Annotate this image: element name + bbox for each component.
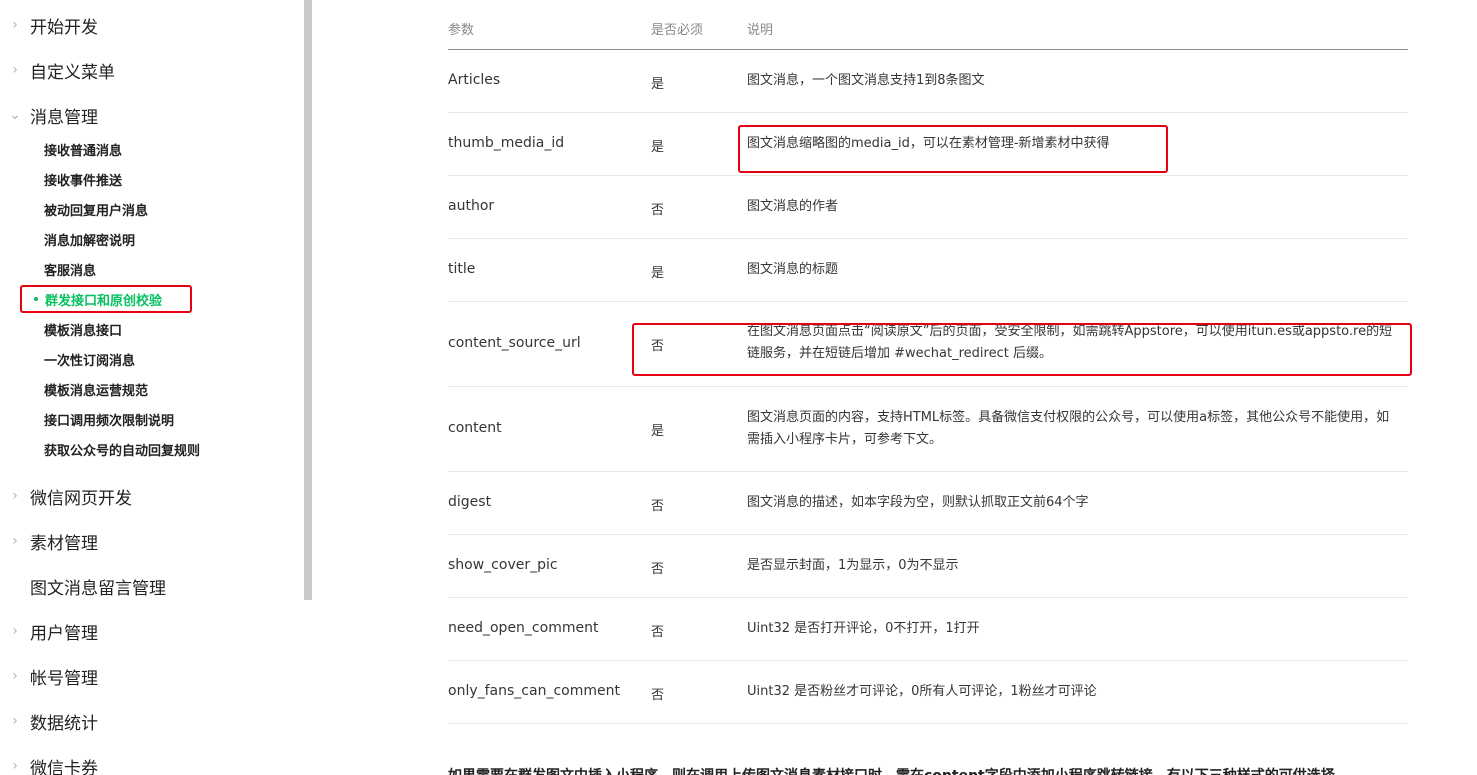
nav-item-label: 微信网页开发 bbox=[30, 488, 132, 509]
nav-item-label: 图文消息留言管理 bbox=[30, 578, 166, 599]
param-desc: 是否显示封面，1为显示，0为不显示 bbox=[747, 558, 959, 573]
param-required: 是 bbox=[651, 266, 665, 281]
nav-item-user-management[interactable]: › 用户管理 bbox=[0, 616, 98, 646]
param-required: 否 bbox=[651, 625, 665, 640]
chevron-right-icon: › bbox=[12, 758, 18, 774]
nav-item-label: 开始开发 bbox=[30, 17, 98, 38]
param-required: 否 bbox=[651, 203, 665, 218]
sub-item-rate-limit[interactable]: 接口调用频次限制说明 bbox=[44, 408, 174, 430]
sub-item-receive-event[interactable]: 接收事件推送 bbox=[44, 168, 122, 190]
param-name: title bbox=[448, 261, 476, 277]
param-name: need_open_comment bbox=[448, 620, 599, 636]
param-name: content_source_url bbox=[448, 335, 581, 351]
param-name: show_cover_pic bbox=[448, 557, 558, 573]
table-row: title 是 图文消息的标题 bbox=[448, 239, 1408, 302]
table-row: only_fans_can_comment 否 Uint32 是否粉丝才可评论，… bbox=[448, 661, 1408, 724]
chevron-down-icon: ⌄ bbox=[9, 107, 21, 123]
nav-item-start-dev[interactable]: › 开始开发 bbox=[0, 10, 98, 40]
chevron-right-icon: › bbox=[12, 668, 18, 684]
nav-item-label: 自定义菜单 bbox=[30, 62, 115, 83]
table-row: content 是 图文消息页面的内容，支持HTML标签。具备微信支付权限的公众… bbox=[448, 387, 1408, 472]
param-name: author bbox=[448, 198, 495, 214]
nav-item-account-management[interactable]: › 帐号管理 bbox=[0, 661, 98, 691]
param-desc: Uint32 是否粉丝才可评论，0所有人可评论，1粉丝才可评论 bbox=[747, 684, 1097, 699]
nav-item-label: 消息管理 bbox=[30, 107, 98, 128]
highlight-box bbox=[738, 125, 1168, 173]
param-desc: 图文消息页面的内容，支持HTML标签。具备微信支付权限的公众号，可以使用a标签，… bbox=[747, 410, 1390, 447]
paragraph-text: 如果需要在群发图文中插入小程序，则在调用上传图文消息素材接口时，需在conten… bbox=[448, 765, 1349, 775]
header-param: 参数 bbox=[448, 23, 475, 38]
param-name: thumb_media_id bbox=[448, 135, 565, 151]
table-row: need_open_comment 否 Uint32 是否打开评论，0不打开，1… bbox=[448, 598, 1408, 661]
param-required: 否 bbox=[651, 562, 665, 577]
nav-item-comment-management[interactable]: 图文消息留言管理 bbox=[0, 571, 166, 601]
param-name: Articles bbox=[448, 72, 501, 88]
param-required: 是 bbox=[651, 424, 665, 439]
highlight-box bbox=[632, 323, 1412, 376]
nav-item-custom-menu[interactable]: › 自定义菜单 bbox=[0, 55, 115, 85]
param-required: 否 bbox=[651, 499, 665, 514]
chevron-right-icon: › bbox=[12, 62, 18, 78]
nav-item-web-dev[interactable]: › 微信网页开发 bbox=[0, 481, 132, 511]
chevron-right-icon: › bbox=[12, 533, 18, 549]
chevron-right-icon: › bbox=[12, 17, 18, 33]
nav-item-label: 数据统计 bbox=[30, 713, 98, 734]
param-desc: 图文消息的标题 bbox=[747, 262, 839, 277]
param-required: 否 bbox=[651, 688, 665, 703]
param-required: 是 bbox=[651, 77, 665, 92]
param-desc: Uint32 是否打开评论，0不打开，1打开 bbox=[747, 621, 980, 636]
nav-item-label: 微信卡券 bbox=[30, 758, 98, 775]
param-required: 是 bbox=[651, 140, 665, 155]
table-header: 参数 是否必须 说明 bbox=[448, 0, 1408, 50]
param-name: content bbox=[448, 420, 502, 436]
header-desc: 说明 bbox=[747, 23, 774, 38]
nav-item-label: 帐号管理 bbox=[30, 668, 98, 689]
sub-item-encryption[interactable]: 消息加解密说明 bbox=[44, 228, 135, 250]
table-row: Articles 是 图文消息，一个图文消息支持1到8条图文 bbox=[448, 50, 1408, 113]
param-name: only_fans_can_comment bbox=[448, 683, 620, 699]
chevron-right-icon: › bbox=[12, 713, 18, 729]
param-desc: 图文消息的作者 bbox=[747, 199, 839, 214]
sub-item-template-rules[interactable]: 模板消息运营规范 bbox=[44, 378, 148, 400]
chevron-right-icon: › bbox=[12, 488, 18, 504]
highlight-box bbox=[20, 285, 192, 313]
sub-item-one-time-subscribe[interactable]: 一次性订阅消息 bbox=[44, 348, 135, 370]
nav-item-statistics[interactable]: › 数据统计 bbox=[0, 706, 98, 736]
nav-item-material[interactable]: › 素材管理 bbox=[0, 526, 98, 556]
sub-item-receive-normal[interactable]: 接收普通消息 bbox=[44, 138, 122, 160]
nav-item-card-coupon[interactable]: › 微信卡券 bbox=[0, 751, 98, 775]
sub-item-customer-service[interactable]: 客服消息 bbox=[44, 258, 96, 280]
param-name: digest bbox=[448, 494, 492, 510]
sub-item-auto-reply[interactable]: 获取公众号的自动回复规则 bbox=[44, 438, 200, 460]
nav-item-message-management[interactable]: ⌄ 消息管理 bbox=[0, 100, 98, 130]
sub-item-passive-reply[interactable]: 被动回复用户消息 bbox=[44, 198, 148, 220]
table-row: author 否 图文消息的作者 bbox=[448, 176, 1408, 239]
table-row: show_cover_pic 否 是否显示封面，1为显示，0为不显示 bbox=[448, 535, 1408, 598]
nav-item-label: 素材管理 bbox=[30, 533, 98, 554]
table-row: digest 否 图文消息的描述，如本字段为空，则默认抓取正文前64个字 bbox=[448, 472, 1408, 535]
header-required: 是否必须 bbox=[651, 23, 704, 38]
sidebar-scrollbar[interactable] bbox=[304, 0, 312, 600]
param-desc: 图文消息的描述，如本字段为空，则默认抓取正文前64个字 bbox=[747, 495, 1089, 510]
sidebar-nav: › 开始开发 › 自定义菜单 ⌄ 消息管理 接收普通消息 接收事件推送 被动回复… bbox=[0, 0, 312, 775]
nav-item-label: 用户管理 bbox=[30, 623, 98, 644]
sub-item-template-api[interactable]: 模板消息接口 bbox=[44, 318, 122, 340]
param-desc: 图文消息，一个图文消息支持1到8条图文 bbox=[747, 73, 985, 88]
chevron-right-icon: › bbox=[12, 623, 18, 639]
